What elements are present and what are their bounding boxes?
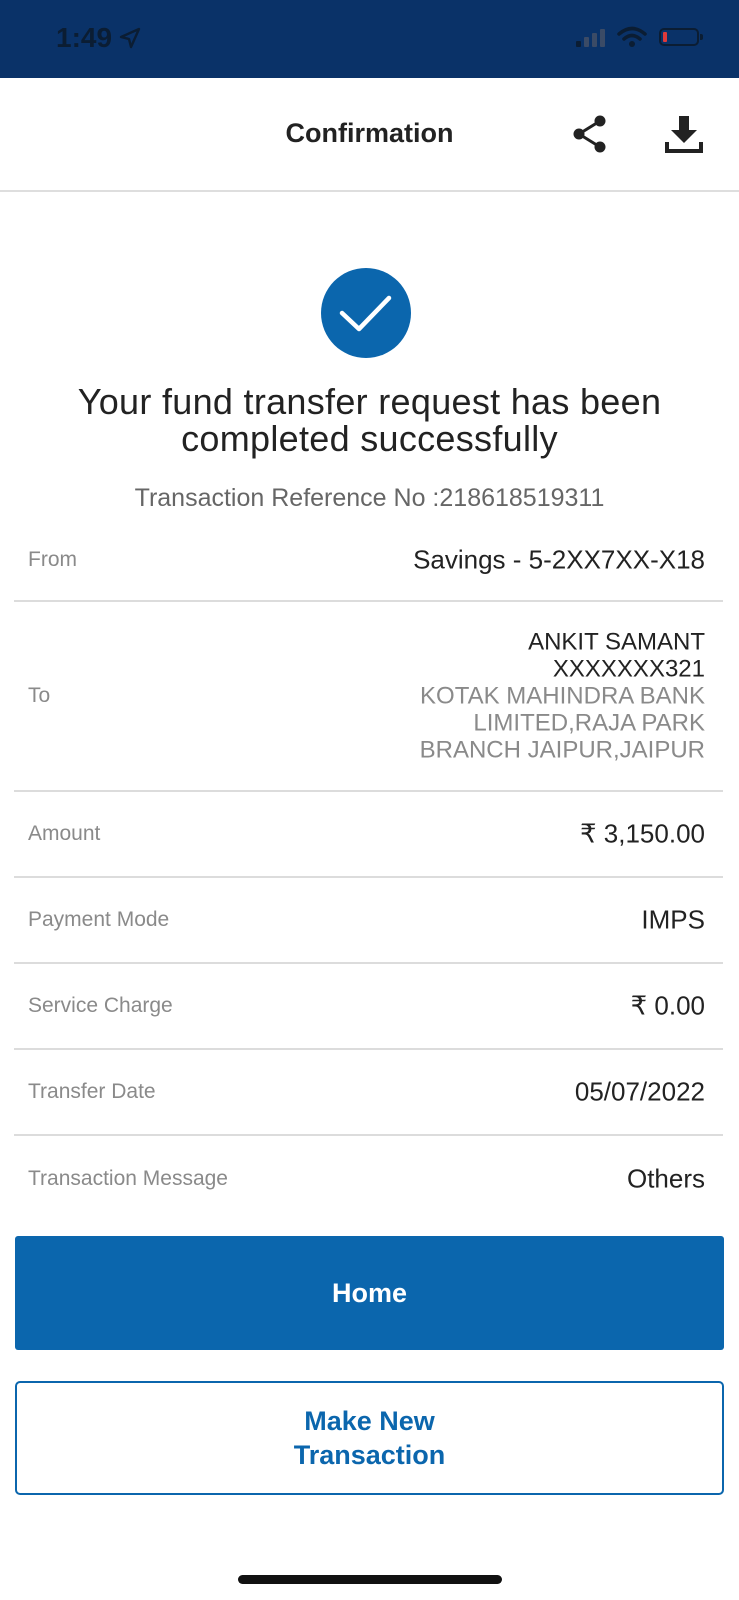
service-charge-label: Service Charge (28, 994, 173, 1017)
detail-row-amount: Amount ₹ 3,150.00 (14, 792, 723, 878)
battery-icon (659, 28, 703, 46)
detail-row-transaction-message: Transaction Message Others (14, 1136, 723, 1222)
header: Confirmation (0, 78, 739, 192)
checkmark-icon (339, 295, 392, 332)
success-message: Your fund transfer request has been comp… (77, 381, 662, 459)
payment-mode-value: IMPS (641, 904, 705, 935)
transaction-message-value: Others (626, 1163, 705, 1194)
to-label: To (28, 684, 51, 707)
wifi-icon (617, 26, 647, 47)
home-indicator[interactable] (238, 1575, 502, 1584)
from-value: Savings - 5-2XX7XX-X18 (413, 544, 705, 575)
share-icon[interactable] (570, 114, 610, 154)
detail-row-payment-mode: Payment Mode IMPS (14, 878, 723, 964)
amount-value: ₹ 3,150.00 (580, 818, 705, 849)
from-label: From (28, 548, 77, 571)
status-time-label: 1:49 (56, 22, 113, 53)
detail-row-transfer-date: Transfer Date 05/07/2022 (14, 1050, 723, 1136)
beneficiary-bank: KOTAK MAHINDRA BANK LIMITED,RAJA PARK BR… (419, 682, 705, 764)
transfer-date-value: 05/07/2022 (574, 1076, 705, 1107)
to-value: ANKIT SAMANT XXXXXXX321 KOTAK MAHINDRA B… (375, 629, 705, 764)
transfer-date-label: Transfer Date (28, 1080, 156, 1103)
detail-row-to: To ANKIT SAMANT XXXXXXX321 KOTAK MAHINDR… (14, 602, 723, 792)
transaction-details: From Savings - 5-2XX7XX-X18 To ANKIT SAM… (14, 520, 723, 1222)
detail-row-service-charge: Service Charge ₹ 0.00 (14, 964, 723, 1050)
cellular-signal-icon (576, 27, 605, 47)
make-new-transaction-label: Make New Transaction (293, 1406, 446, 1470)
page-title: Confirmation (285, 118, 454, 148)
location-arrow-icon (119, 27, 141, 49)
beneficiary-account: XXXXXXX321 (552, 655, 705, 683)
status-time: 1:49 (56, 22, 142, 54)
transaction-message-label: Transaction Message (28, 1167, 228, 1190)
make-new-transaction-button[interactable]: Make New Transaction (15, 1381, 724, 1495)
payment-mode-label: Payment Mode (28, 908, 170, 931)
transaction-reference: Transaction Reference No :218618519311 (134, 484, 605, 512)
beneficiary-name: ANKIT SAMANT (528, 628, 705, 656)
success-checkmark-badge (321, 268, 411, 358)
home-button[interactable]: Home (15, 1236, 724, 1350)
download-icon[interactable] (664, 114, 704, 154)
amount-label: Amount (28, 822, 101, 845)
service-charge-value: ₹ 0.00 (630, 990, 705, 1021)
status-icons (576, 26, 703, 48)
status-bar: 1:49 (0, 0, 739, 78)
detail-row-from: From Savings - 5-2XX7XX-X18 (14, 520, 723, 602)
